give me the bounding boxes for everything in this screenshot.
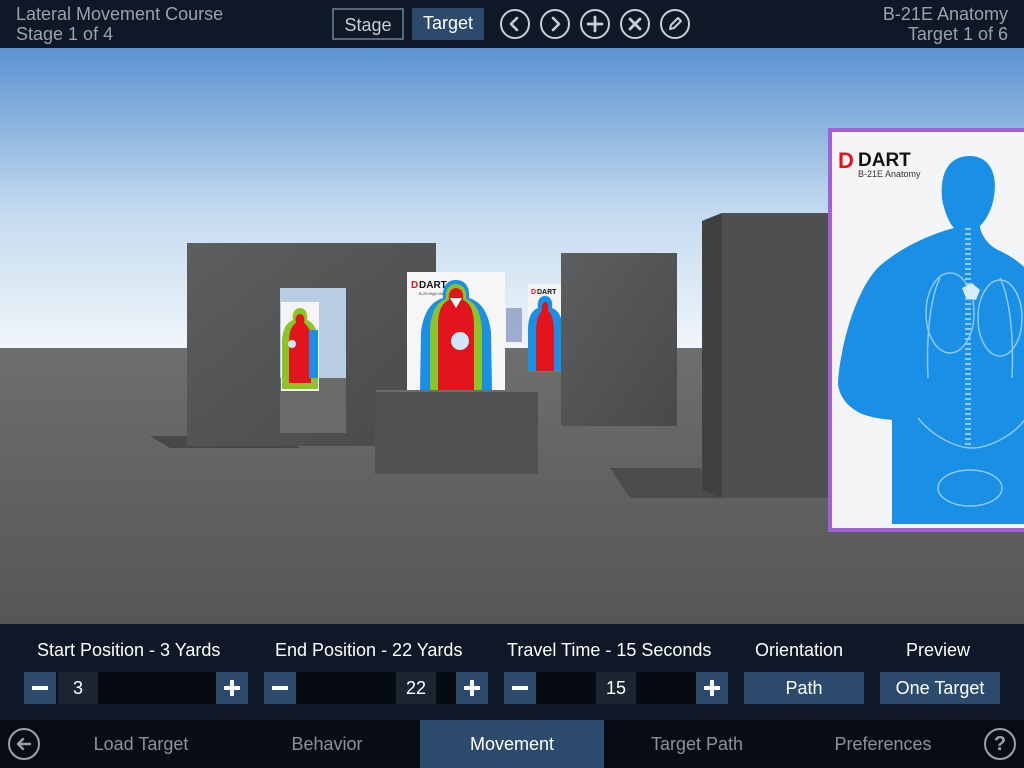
minus-icon (32, 686, 48, 690)
center-target: D DART B-29 High Vis (407, 272, 505, 390)
delete-icon (628, 17, 642, 31)
end-position-value[interactable]: 22 (396, 672, 436, 704)
back-button[interactable] (8, 728, 40, 760)
svg-text:DART: DART (537, 289, 557, 296)
right-pillar (702, 213, 830, 498)
delete-target-button[interactable] (620, 9, 650, 39)
stage-mode-button[interactable]: Stage (332, 8, 404, 40)
bottom-nav: Load Target Behavior Movement Target Pat… (0, 720, 1024, 768)
travel-time-stepper: 15 (504, 672, 728, 704)
travel-increase-button[interactable] (696, 672, 728, 704)
selected-target-b21e: D DART B-21E Anatomy (828, 128, 1024, 532)
minus-icon (512, 686, 528, 690)
top-bar: Lateral Movement Course Stage 1 of 4 Sta… (0, 0, 1024, 48)
movement-controls: Start Position - 3 Yards 3 End Position … (0, 624, 1024, 720)
help-button[interactable]: ? (984, 728, 1016, 760)
tab-behavior[interactable]: Behavior (234, 720, 420, 768)
middle-block (561, 253, 677, 426)
start-increase-button[interactable] (216, 672, 248, 704)
travel-time-value[interactable]: 15 (596, 672, 636, 704)
preview-button[interactable]: One Target (880, 672, 1000, 704)
svg-text:DART: DART (858, 150, 911, 171)
center-pedestal (375, 390, 540, 474)
preview-label: Preview (906, 640, 971, 660)
tab-preferences[interactable]: Preferences (790, 720, 976, 768)
previous-icon (509, 16, 519, 32)
help-icon: ? (993, 733, 1007, 755)
add-target-button[interactable] (580, 9, 610, 39)
edit-icon (669, 17, 682, 30)
tab-target-path[interactable]: Target Path (604, 720, 790, 768)
end-decrease-button[interactable] (264, 672, 296, 704)
travel-time-label: Travel Time - 15 Seconds (507, 640, 712, 660)
range-scene: D DART D DART B-29 High Vis D DART B-21E… (0, 48, 1024, 624)
far-target-left (281, 302, 319, 391)
minus-icon (272, 686, 288, 690)
next-icon (551, 16, 561, 32)
target-mode-button[interactable]: Target (412, 8, 484, 40)
distant-target (506, 308, 522, 342)
orientation-label: Orientation (755, 640, 844, 660)
tab-movement[interactable]: Movement (420, 720, 604, 768)
far-target-right: D DART (528, 284, 563, 372)
target-name: B-21E Anatomy (882, 4, 1008, 24)
target-info: B-21E Anatomy Target 1 of 6 (883, 4, 1008, 44)
add-icon (586, 15, 604, 33)
start-decrease-button[interactable] (24, 672, 56, 704)
back-arrow-icon (16, 737, 32, 751)
orientation-button[interactable]: Path (744, 672, 864, 704)
range-viewport[interactable]: D DART D DART B-29 High Vis D DART B-21E… (0, 48, 1024, 624)
travel-decrease-button[interactable] (504, 672, 536, 704)
previous-target-button[interactable] (500, 9, 530, 39)
edit-target-button[interactable] (660, 9, 690, 39)
end-position-stepper: 22 (264, 672, 488, 704)
end-increase-button[interactable] (456, 672, 488, 704)
stage-indicator: Stage 1 of 4 (16, 24, 114, 44)
svg-text:D: D (838, 148, 854, 173)
course-info: Lateral Movement Course Stage 1 of 4 (16, 4, 223, 44)
start-position-label: Start Position - 3 Yards (37, 640, 221, 660)
svg-text:D: D (531, 289, 536, 296)
target-indicator: Target 1 of 6 (907, 24, 1008, 44)
end-position-label: End Position - 22 Yards (275, 640, 463, 660)
svg-text:DART: DART (419, 280, 447, 291)
svg-text:B-29 High Vis: B-29 High Vis (419, 291, 443, 296)
start-position-value[interactable]: 3 (58, 672, 98, 704)
start-position-stepper: 3 (24, 672, 248, 704)
course-name: Lateral Movement Course (16, 4, 224, 24)
tab-load-target[interactable]: Load Target (48, 720, 234, 768)
next-target-button[interactable] (540, 9, 570, 39)
selected-target-label: B-21E Anatomy (858, 169, 921, 179)
svg-text:D: D (411, 280, 418, 291)
